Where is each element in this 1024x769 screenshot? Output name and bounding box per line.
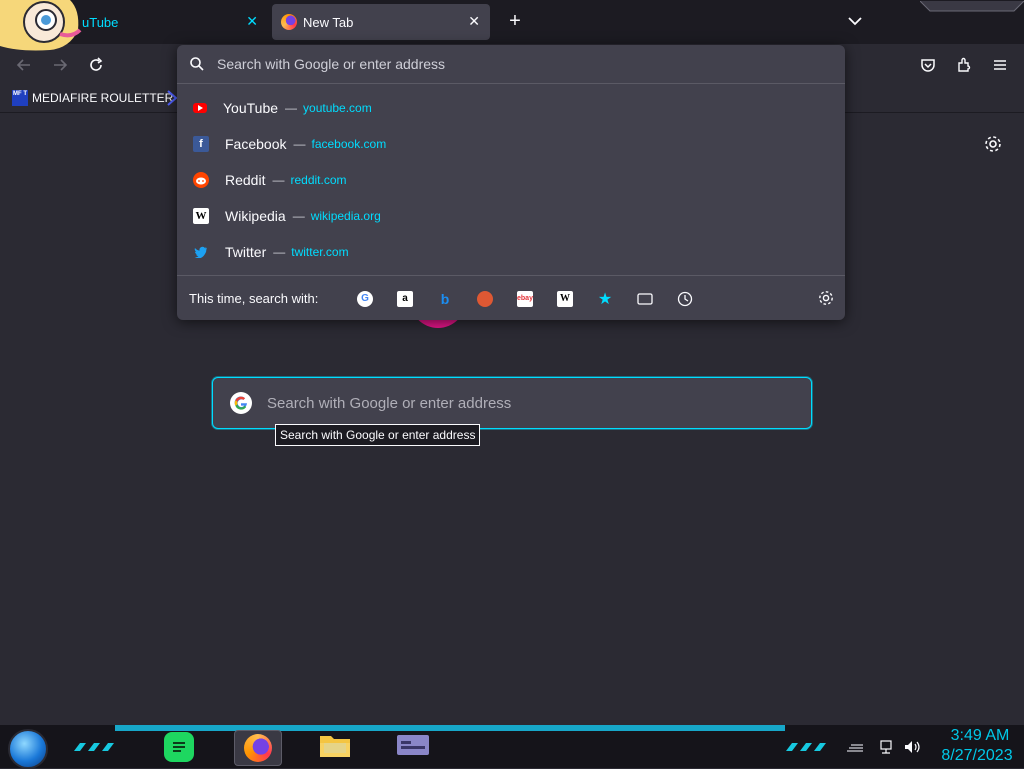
google-icon xyxy=(229,391,253,415)
facebook-icon: f xyxy=(193,136,209,152)
suggestion-title: Twitter xyxy=(225,244,267,260)
history-icon xyxy=(677,291,693,307)
bookmark-mediafire[interactable]: MF T MEDIAFIRE ROULETTER xyxy=(12,90,173,106)
tab-label: New Tab xyxy=(303,14,354,30)
taskbar: 3:49 AM 8/27/2023 xyxy=(0,725,1024,769)
separator: — xyxy=(292,209,305,223)
bookmarks-star-icon: ★ xyxy=(597,290,613,308)
close-icon[interactable]: ✕ xyxy=(246,13,258,30)
tabs-icon xyxy=(637,291,653,307)
google-icon: G xyxy=(357,290,373,307)
window-decoration xyxy=(919,0,1024,12)
taskbar-app[interactable] xyxy=(390,730,436,764)
wikipedia-icon: W xyxy=(193,208,209,224)
suggestion-title: Wikipedia xyxy=(225,208,286,224)
start-button[interactable] xyxy=(8,729,48,769)
system-tray xyxy=(845,737,925,757)
taskbar-decoration xyxy=(782,739,828,751)
notes-icon xyxy=(164,732,194,762)
bing-icon: b xyxy=(440,290,450,307)
urlbar-dropdown: YouTube — youtube.com f Facebook — faceb… xyxy=(177,45,845,320)
wikipedia-search-button[interactable]: W xyxy=(545,287,585,311)
gear-icon[interactable] xyxy=(983,134,1003,154)
ebay-icon: ebay xyxy=(517,290,533,307)
twitter-icon xyxy=(193,244,209,260)
tabs-search-button[interactable] xyxy=(625,287,665,311)
main-search-input[interactable] xyxy=(265,393,811,413)
suggestion-title: YouTube xyxy=(223,100,279,116)
amazon-icon: a xyxy=(397,290,413,307)
firefox-icon xyxy=(281,14,297,30)
suggestion-url: reddit.com xyxy=(290,173,347,187)
bookmark-icon[interactable] xyxy=(167,89,178,107)
reload-button[interactable] xyxy=(84,53,108,77)
menu-icon[interactable] xyxy=(988,53,1012,77)
forward-button[interactable] xyxy=(48,53,72,77)
avatar xyxy=(0,0,92,52)
main-search-box[interactable] xyxy=(212,377,812,429)
reddit-icon xyxy=(193,172,209,188)
amazon-search-button[interactable]: a xyxy=(385,287,425,311)
separator: — xyxy=(285,101,298,115)
suggestion-url: wikipedia.org xyxy=(310,209,381,223)
youtube-icon xyxy=(193,103,207,113)
suggestion-twitter[interactable]: Twitter — twitter.com xyxy=(177,234,845,270)
tooltip: Search with Google or enter address xyxy=(275,424,481,446)
tab-new-tab[interactable]: New Tab ✕ xyxy=(272,4,490,40)
clock-time[interactable]: 3:49 AM xyxy=(940,727,1020,745)
back-button[interactable] xyxy=(12,53,36,77)
pocket-icon[interactable] xyxy=(916,53,940,77)
folder-icon xyxy=(318,731,352,764)
google-search-button[interactable]: G xyxy=(345,287,385,311)
one-off-search-bar: This time, search with: G a b ebay W ★ xyxy=(177,275,845,321)
taskbar-notes-app[interactable] xyxy=(156,730,202,764)
history-search-button[interactable] xyxy=(665,287,705,311)
duckduckgo-search-button[interactable] xyxy=(465,287,505,311)
taskbar-file-explorer[interactable] xyxy=(312,730,358,764)
separator: — xyxy=(293,137,306,151)
suggestion-title: Facebook xyxy=(225,136,287,152)
chevron-down-icon[interactable] xyxy=(844,10,866,32)
extensions-icon[interactable] xyxy=(952,53,976,77)
suggestion-wikipedia[interactable]: W Wikipedia — wikipedia.org xyxy=(177,198,845,234)
suggestion-reddit[interactable]: Reddit — reddit.com xyxy=(177,162,845,198)
mediafire-icon: MF T xyxy=(12,90,28,106)
close-icon[interactable]: ✕ xyxy=(468,13,480,30)
duckduckgo-icon xyxy=(477,290,493,307)
bookmark-label: MEDIAFIRE ROULETTER xyxy=(32,91,174,105)
urlbar[interactable] xyxy=(177,45,845,84)
separator: — xyxy=(272,173,285,187)
suggestion-url: twitter.com xyxy=(291,245,349,259)
taskbar-decoration xyxy=(70,739,116,751)
urlbar-input[interactable] xyxy=(215,55,845,73)
taskbar-firefox[interactable] xyxy=(234,730,282,766)
separator: — xyxy=(273,245,286,259)
tab-strip: uTube ✕ New Tab ✕ + xyxy=(0,0,1024,51)
suggestion-youtube[interactable]: YouTube — youtube.com xyxy=(177,90,845,126)
gear-icon[interactable] xyxy=(817,289,835,307)
ebay-search-button[interactable]: ebay xyxy=(505,287,545,311)
one-off-label: This time, search with: xyxy=(189,291,319,306)
wikipedia-icon: W xyxy=(557,290,573,307)
taskbar-decoration xyxy=(115,725,785,731)
window-icon xyxy=(396,733,430,762)
suggestion-url: facebook.com xyxy=(311,137,387,151)
bing-search-button[interactable]: b xyxy=(425,287,465,311)
suggestion-title: Reddit xyxy=(225,172,266,188)
firefox-icon xyxy=(244,734,272,762)
bookmarks-search-button[interactable]: ★ xyxy=(585,287,625,311)
suggestion-url: youtube.com xyxy=(303,101,372,115)
new-tab-button[interactable]: + xyxy=(504,10,526,32)
suggestion-facebook[interactable]: f Facebook — facebook.com xyxy=(177,126,845,162)
search-icon xyxy=(189,56,205,72)
clock-date[interactable]: 8/27/2023 xyxy=(932,747,1022,765)
